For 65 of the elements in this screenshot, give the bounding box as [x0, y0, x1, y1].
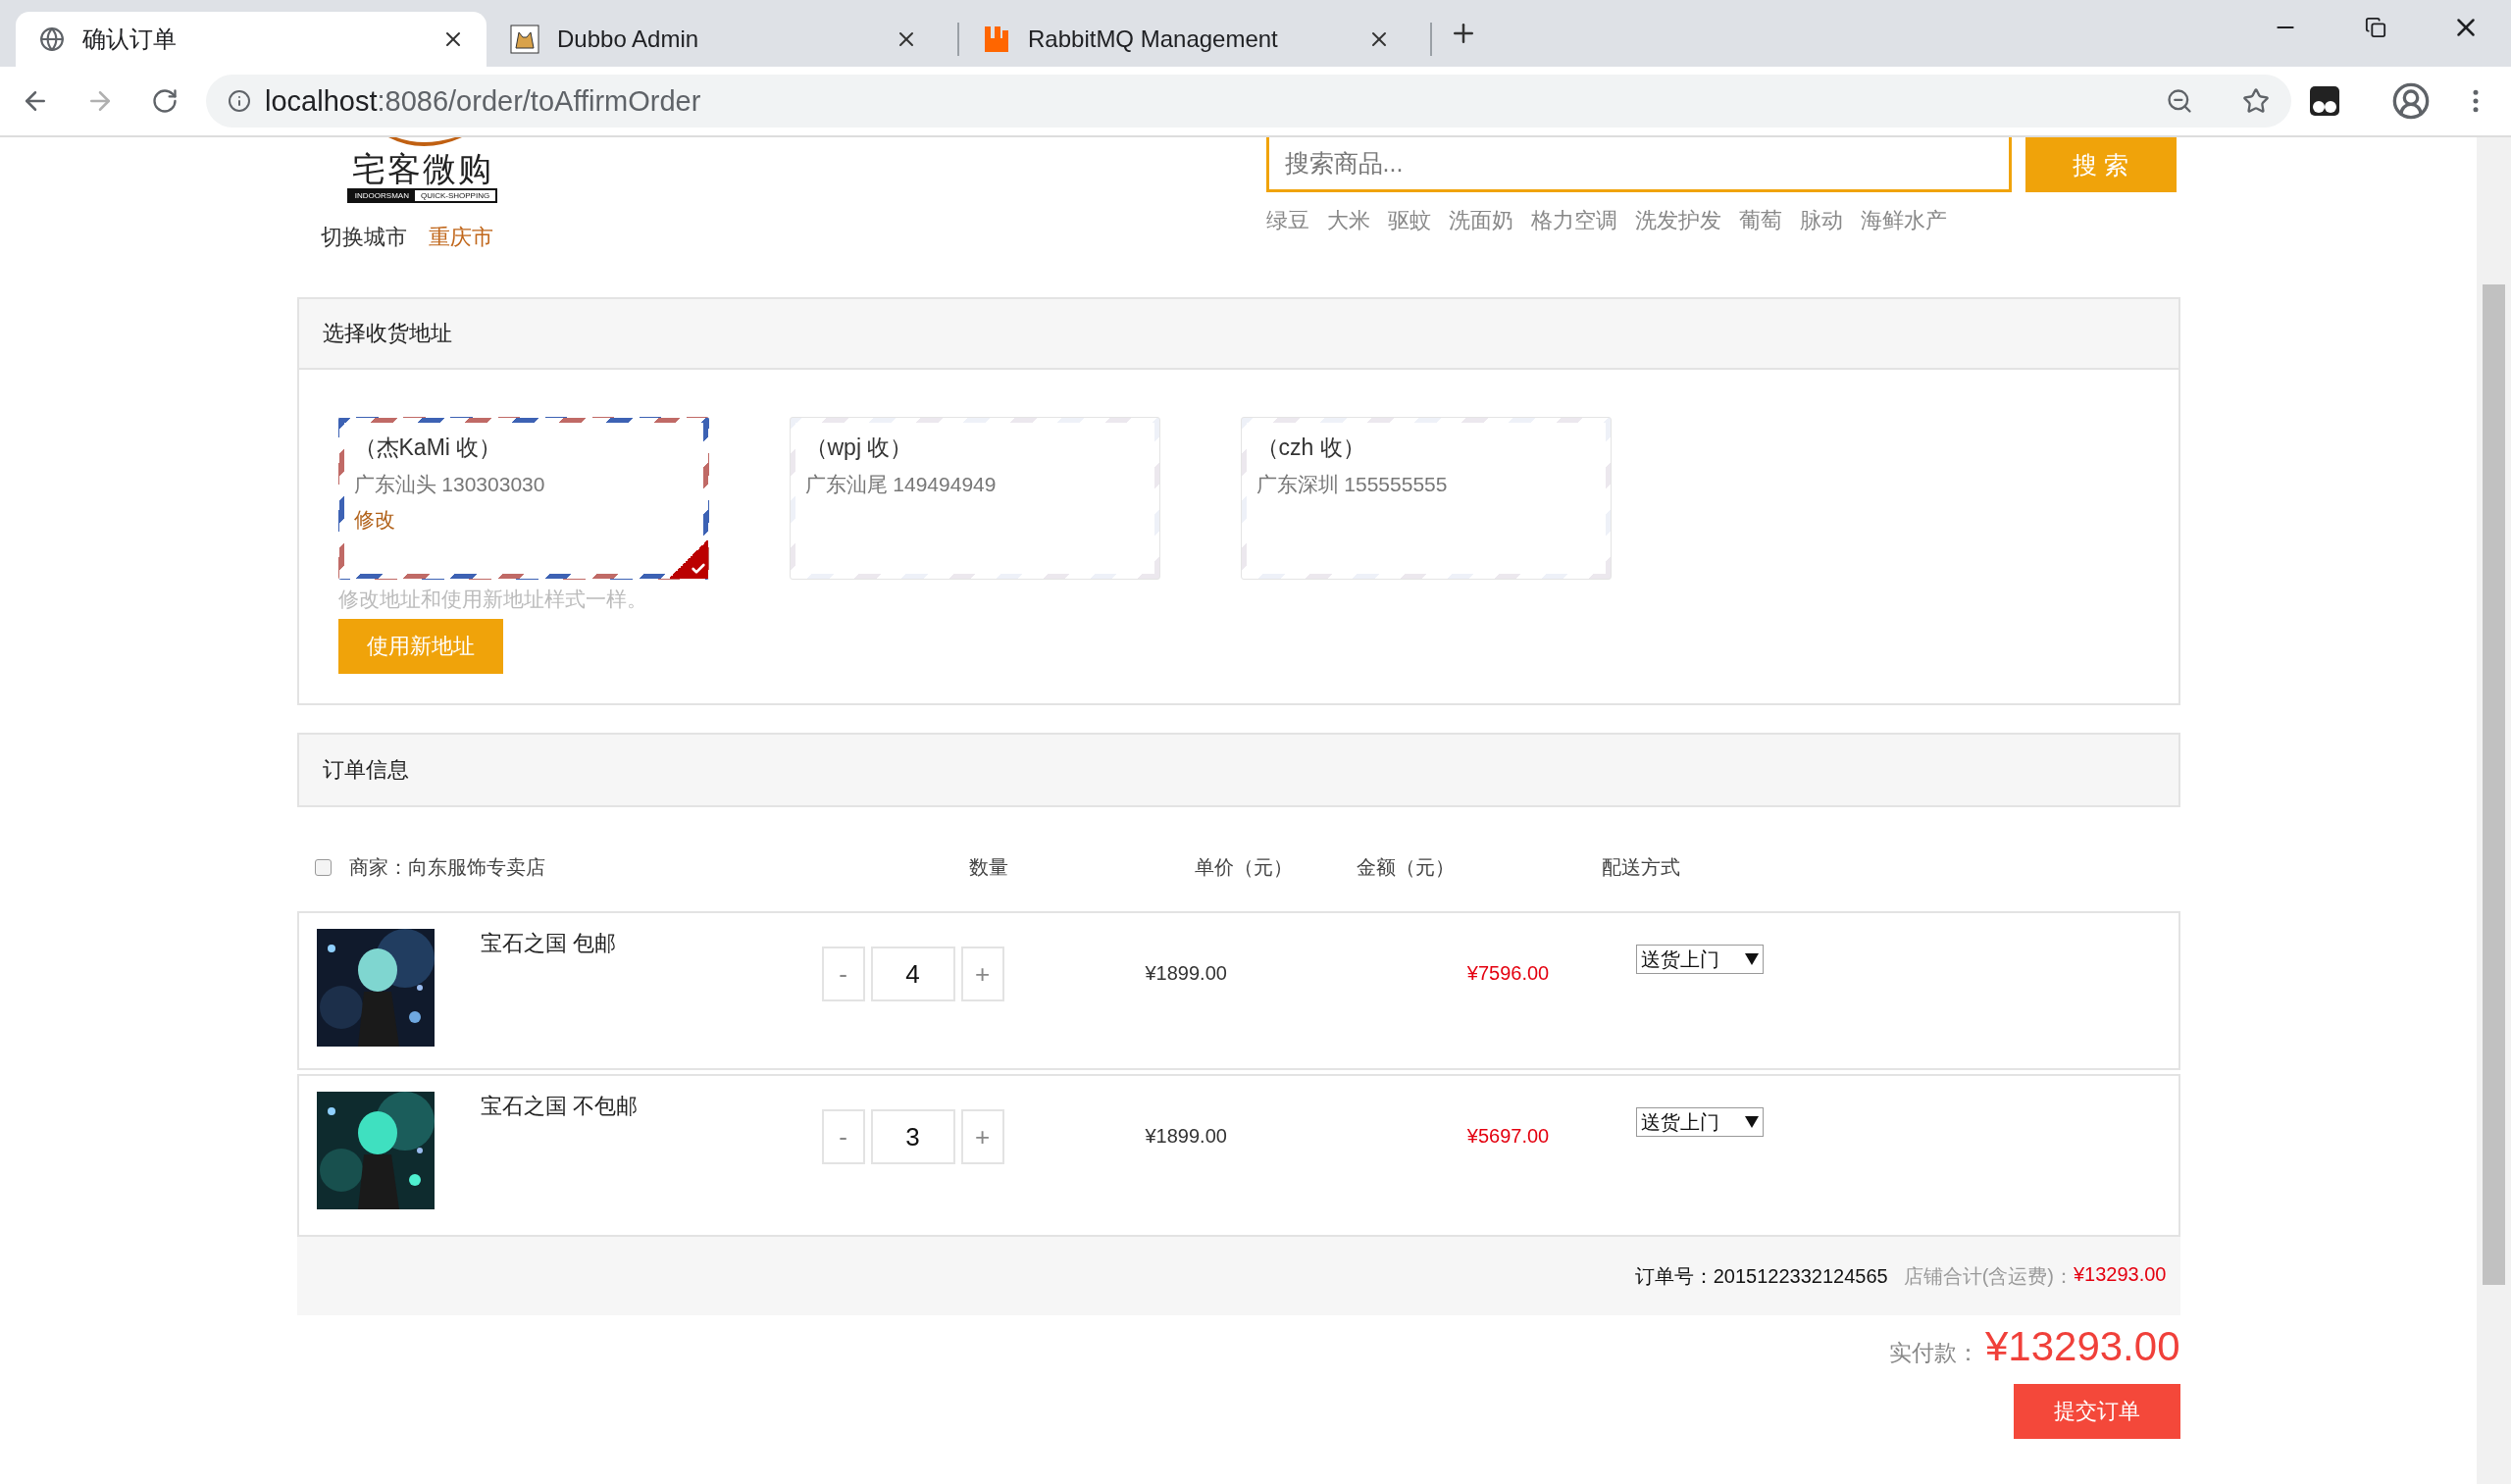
rabbit-icon: [983, 25, 1010, 54]
pay-total: ¥13293.00: [1984, 1323, 2180, 1370]
column-header: 数量: [967, 854, 1009, 880]
delivery-select[interactable]: 送货上门: [1635, 945, 1764, 974]
merchant-label: 商家：向东服饰专卖店: [348, 854, 545, 880]
profile-icon[interactable]: [2391, 81, 2431, 121]
extension-icon[interactable]: [2309, 85, 2340, 117]
column-header: 单价（元）: [1193, 854, 1294, 880]
hint-text: 修改地址和使用新地址样式一样。: [337, 587, 648, 612]
section-title: 选择收货地址: [298, 299, 2178, 370]
unit-price: ¥1899.00: [1145, 1125, 1228, 1149]
hot-word-link[interactable]: 驱蚊: [1387, 206, 1431, 235]
column-header: 金额（元）: [1356, 854, 1456, 880]
caret-icon: [1744, 1116, 1759, 1128]
quantity-field[interactable]: 4: [870, 947, 955, 1001]
cat-icon: [510, 25, 539, 54]
merchant-checkbox[interactable]: [314, 858, 332, 876]
hot-word-link[interactable]: 葡萄: [1738, 206, 1782, 235]
hot-word-link[interactable]: 格力空调: [1530, 206, 1617, 235]
amount: ¥7596.00: [1465, 962, 1551, 986]
star-icon[interactable]: [2242, 87, 2270, 115]
quantity-field[interactable]: 3: [870, 1109, 955, 1164]
minus-button[interactable]: -: [821, 947, 865, 1001]
minus-button[interactable]: -: [821, 1109, 865, 1164]
hot-word-link[interactable]: 海鲜水产: [1860, 206, 1947, 235]
column-header: 配送方式: [1601, 854, 1681, 880]
hot-word-link[interactable]: 大米: [1326, 206, 1370, 235]
hot-word-link[interactable]: 绿豆: [1265, 206, 1309, 235]
hot-word-link[interactable]: 洗面奶: [1448, 206, 1513, 235]
amount: ¥5697.00: [1465, 1125, 1551, 1149]
search-button[interactable]: 搜 索: [2024, 137, 2177, 192]
address-bar[interactable]: localhost:8086/order/toAffirmOrder: [206, 75, 2291, 128]
pay-label: 实付款：: [1888, 1339, 1979, 1367]
plus-button[interactable]: +: [960, 1109, 1004, 1164]
address-card[interactable]: （wpj 收） 广东汕尾 149494949: [789, 417, 1160, 580]
search-field[interactable]: 搜索商品...: [1265, 137, 2012, 192]
hot-word-link[interactable]: 洗发护发: [1634, 206, 1721, 235]
globe-icon: [39, 26, 65, 52]
unit-price: ¥1899.00: [1145, 962, 1228, 986]
reload-icon[interactable]: [151, 87, 179, 115]
city-label: 切换城市: [320, 224, 407, 251]
section-title: 订单信息: [298, 735, 2178, 805]
shop-total: 店铺合计(含运费)：¥13293.00: [1903, 1262, 2167, 1289]
submit-order-button[interactable]: 提交订单: [2013, 1384, 2180, 1439]
scrollbar[interactable]: [2477, 137, 2511, 1484]
product-name: 宝石之国 包邮: [479, 930, 617, 957]
new-address-button[interactable]: 使用新地址: [337, 619, 503, 674]
info-icon[interactable]: [228, 89, 251, 113]
address-card[interactable]: （czh 收） 广东深圳 155555555: [1240, 417, 1612, 580]
city-link[interactable]: 重庆市: [428, 223, 493, 252]
product-name: 宝石之国 不包邮: [479, 1093, 639, 1120]
restore-icon[interactable]: [2365, 17, 2386, 38]
order-number: 订单号：2015122332124565: [1634, 1263, 1888, 1289]
logo-tagline: INDOORSMAN QUICK-SHOPPING: [346, 188, 498, 203]
logo-title: 宅客微购: [351, 149, 493, 188]
address-card[interactable]: （杰KaMi 收） 广东汕头 130303030 修改: [337, 417, 709, 580]
delivery-select[interactable]: 送货上门: [1635, 1107, 1764, 1137]
caret-icon: [1744, 953, 1759, 965]
hot-word-link[interactable]: 脉动: [1799, 206, 1843, 235]
browser-tab[interactable]: Dubbo Admin: [487, 12, 957, 67]
zoom-out-icon[interactable]: [2166, 87, 2193, 115]
edit-link[interactable]: 修改: [353, 506, 693, 534]
plus-button[interactable]: +: [960, 947, 1004, 1001]
browser-tab[interactable]: RabbitMQ Management: [959, 12, 1430, 67]
browser-tab[interactable]: 确认订单: [16, 12, 487, 67]
